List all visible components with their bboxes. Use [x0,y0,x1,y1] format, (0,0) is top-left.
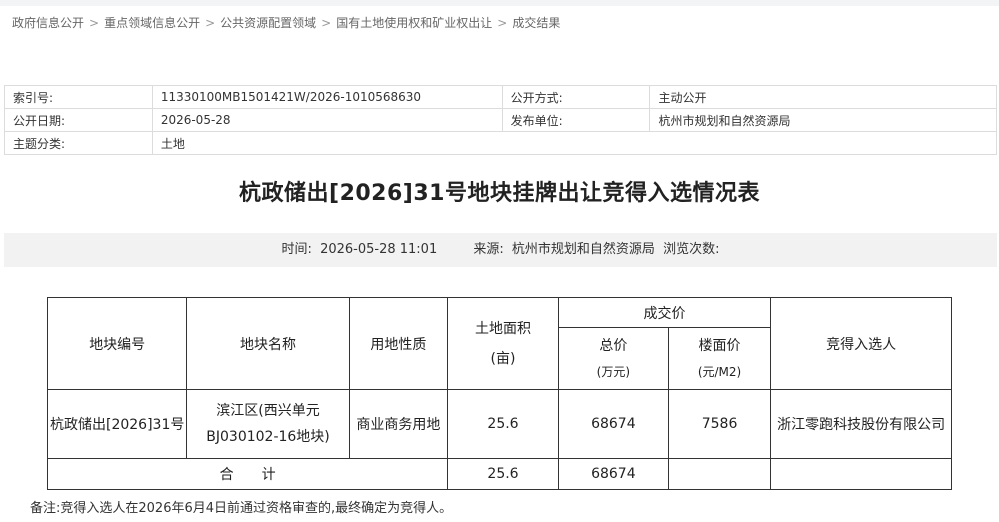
date-value: 2026-05-28 [151,108,503,132]
meta-row: 公开日期: 2026-05-28 发布单位: 杭州市规划和自然资源局 [4,108,997,132]
auction-result-table: 地块编号 地块名称 用地性质 土地面积 (亩) 成交价 竞得入选人 总价 (万元… [46,297,952,490]
header-plot-name: 地块名称 [186,297,350,390]
cell-winner: 浙江零跑科技股份有限公司 [770,389,952,459]
table-total-row: 合 计 25.6 68674 [46,458,952,490]
breadcrumb-item-results[interactable]: 成交结果 [512,16,560,30]
publisher-label: 发布单位: [501,108,651,132]
breadcrumb-separator: > [321,16,332,30]
source-value: 杭州市规划和自然资源局 [511,242,655,257]
header-floor-price-label: 楼面价 [698,337,741,354]
breadcrumb-separator: > [89,16,100,30]
article-info-bar: 时间: 2026-05-28 11:01 来源: 杭州市规划和自然资源局 浏览次… [4,233,997,267]
meta-row: 索引号: 11330100MB1501421W/2026-1010568630 … [4,85,997,109]
open-method-value: 主动公开 [649,85,997,109]
open-method-label: 公开方式: [501,85,651,109]
header-land-use: 用地性质 [348,297,449,390]
breadcrumb-item-land-rights[interactable]: 国有土地使用权和矿业权出让 [336,16,492,30]
publisher-value: 杭州市规划和自然资源局 [649,108,997,132]
cell-land-use: 商业商务用地 [348,389,449,459]
remark-note: 备注:竞得入选人在2026年6月4日前通过资格审查的,最终确定为竞得人。 [30,501,453,516]
header-land-area-label: 土地面积 [474,320,531,337]
header-floor-price: 楼面价 (元/M2) [667,327,772,390]
cell-total-area: 25.6 [447,458,559,490]
cell-plot-code: 杭政储出[2026]31号 [46,389,188,459]
cell-plot-name-line1: 滨江区(西兴单元 [216,403,320,419]
breadcrumb-separator: > [205,16,216,30]
breadcrumb-separator: > [497,16,508,30]
top-strip [0,0,999,6]
source-label: 来源: [473,242,504,257]
time-label: 时间: [281,242,312,257]
header-land-area-unit: (亩) [490,350,516,367]
header-total-price: 总价 (万元) [557,327,669,390]
cell-land-area: 25.6 [447,389,559,459]
cell-total-label: 合 计 [46,458,449,490]
cell-total-winner-empty [770,458,952,490]
breadcrumb-item-public-resources[interactable]: 公共资源配置领域 [220,16,316,30]
page-title: 杭政储出[2026]31号地块挂牌出让竞得入选情况表 [239,181,760,206]
table-row: 杭政储出[2026]31号 滨江区(西兴单元 BJ030102-16地块) 商业… [46,389,952,459]
cell-total-price: 68674 [557,389,669,459]
category-value: 土地 [151,131,998,155]
breadcrumb: 政府信息公开 > 重点领域信息公开 > 公共资源配置领域 > 国有土地使用权和矿业权出让 > 成… [12,14,560,31]
header-deal-price: 成交价 [557,297,772,328]
document-meta-table: 索引号: 11330100MB1501421W/2026-1010568630 … [4,85,998,155]
index-label: 索引号: [4,85,153,109]
cell-total-price-sum: 68674 [557,458,669,490]
table-header-row: 地块编号 地块名称 用地性质 土地面积 (亩) 成交价 竞得入选人 [46,297,952,390]
date-label: 公开日期: [4,108,153,132]
cell-plot-name: 滨江区(西兴单元 BJ030102-16地块) [186,389,350,459]
header-total-price-unit: (万元) [596,364,631,379]
category-label: 主题分类: [4,131,153,155]
cell-plot-name-line2: BJ030102-16地块) [206,429,330,445]
index-value: 11330100MB1501421W/2026-1010568630 [151,85,503,109]
cell-floor-price: 7586 [667,389,772,459]
meta-row: 主题分类: 土地 [4,131,998,155]
views-label: 浏览次数: [663,242,720,257]
breadcrumb-item-key-areas[interactable]: 重点领域信息公开 [104,16,200,30]
header-floor-price-unit: (元/M2) [697,364,742,379]
header-plot-code: 地块编号 [46,297,188,390]
time-value: 2026-05-28 11:01 [320,242,438,257]
cell-total-floor-empty [667,458,772,490]
header-winner: 竞得入选人 [770,297,952,390]
breadcrumb-item-gov-info[interactable]: 政府信息公开 [12,16,84,30]
header-land-area: 土地面积 (亩) [447,297,559,390]
header-total-price-label: 总价 [599,337,628,354]
